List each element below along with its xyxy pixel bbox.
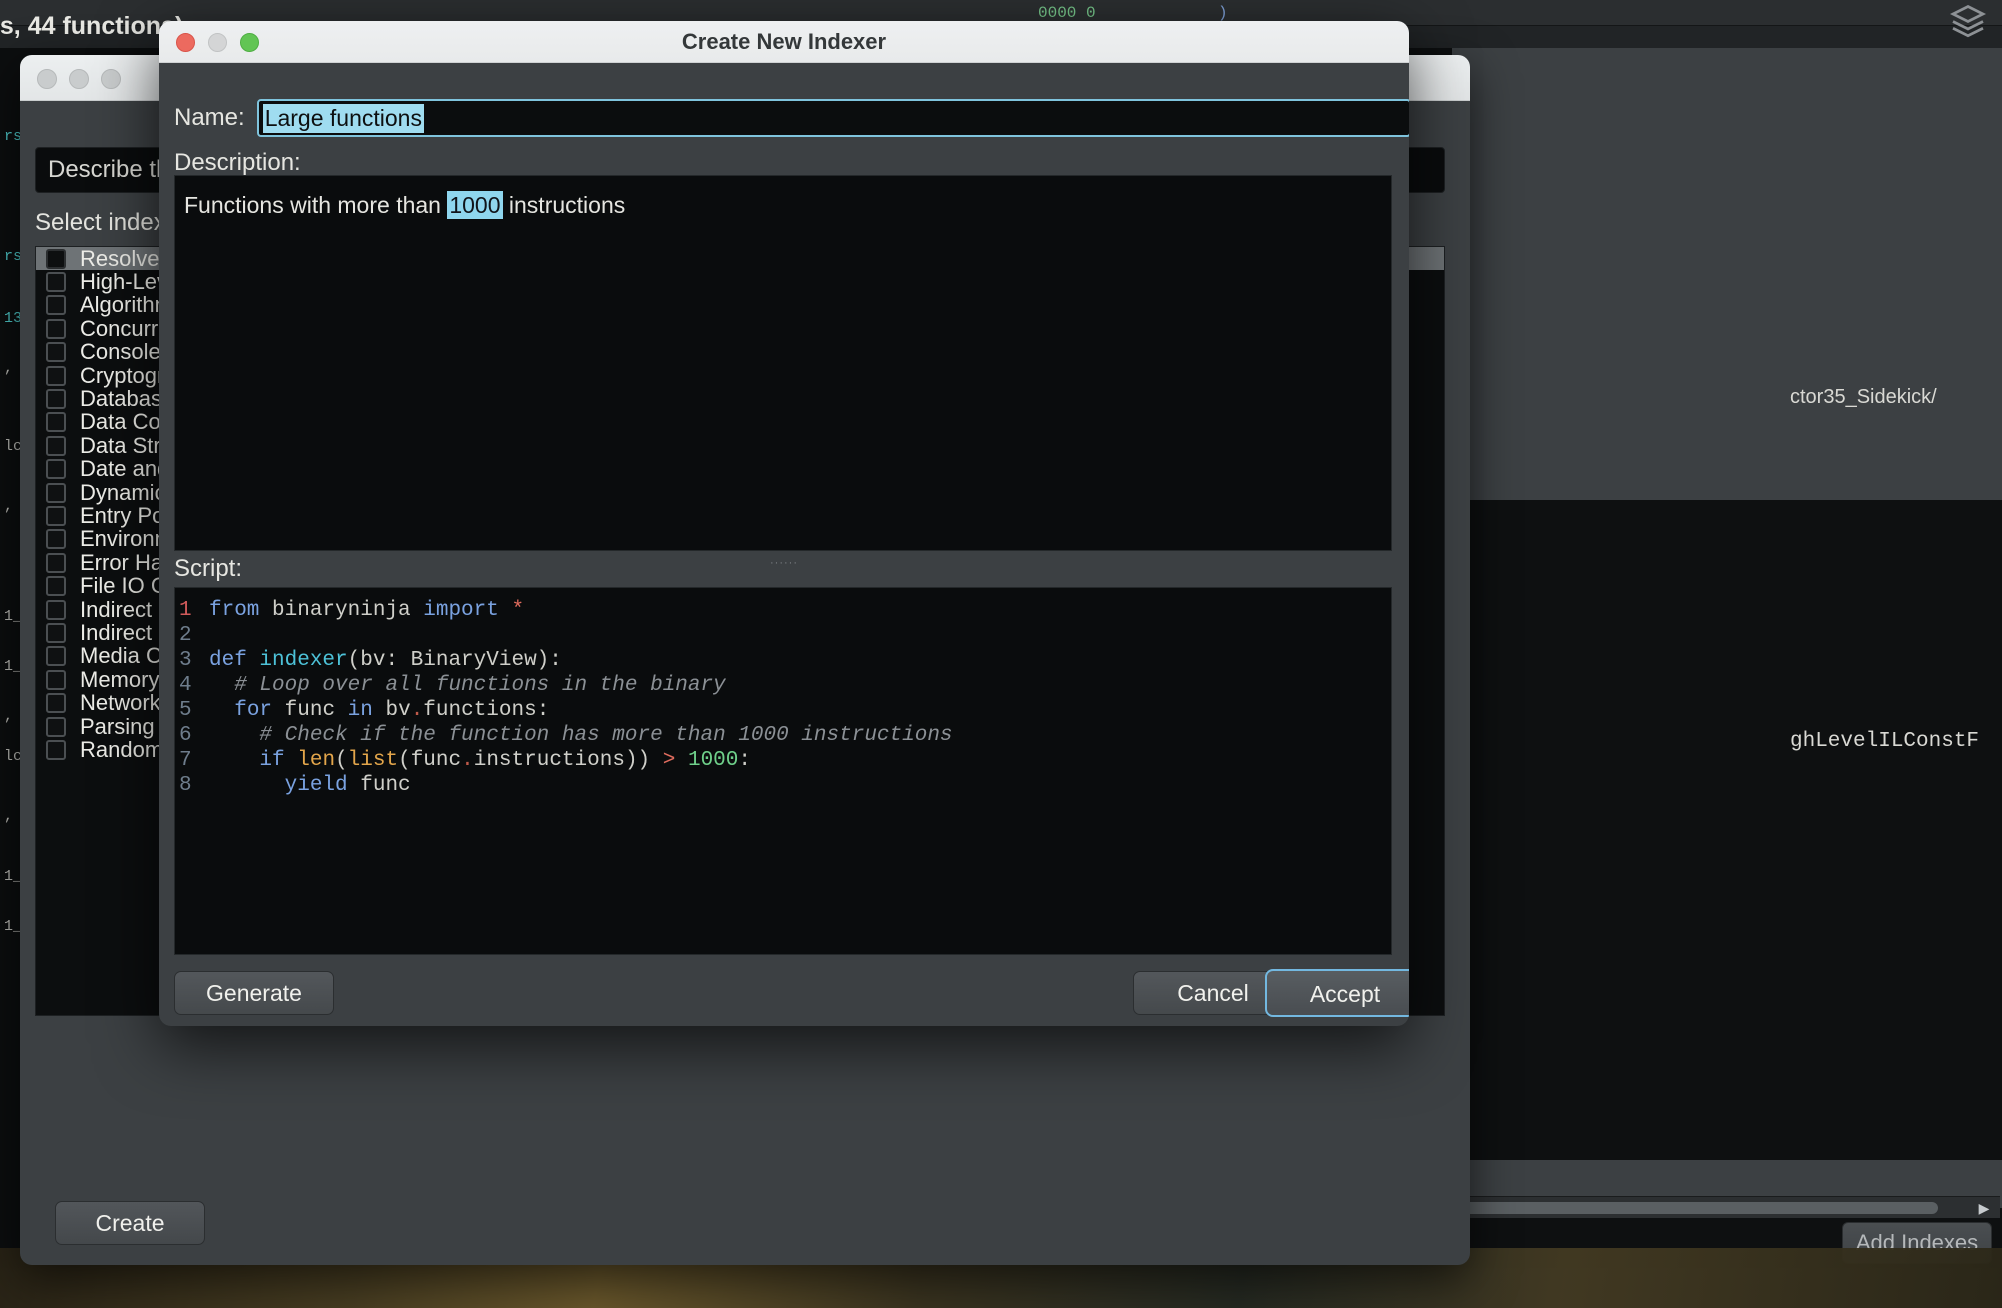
- checkbox-icon[interactable]: [46, 366, 66, 386]
- code-line: 3def indexer(bv: BinaryView):: [175, 648, 1391, 673]
- accept-button[interactable]: Accept: [1265, 969, 1409, 1017]
- scroll-right-arrow-icon[interactable]: ▶: [1974, 1198, 1994, 1218]
- dialog-body: Name: Large functions Description: Funct…: [159, 63, 1409, 1026]
- line-number: 6: [179, 723, 205, 748]
- line-number: 2: [179, 623, 205, 648]
- code-token: ,: [4, 498, 13, 515]
- checkbox-icon[interactable]: [46, 319, 66, 339]
- checkbox-icon[interactable]: [46, 459, 66, 479]
- name-row: Name: Large functions: [174, 99, 1409, 137]
- code-token: ,: [4, 808, 13, 825]
- bg-blue-text: ): [1218, 4, 1228, 22]
- line-number: 8: [179, 773, 205, 798]
- checkbox-icon[interactable]: [46, 693, 66, 713]
- code-line: 2: [175, 623, 1391, 648]
- dialog-titlebar[interactable]: Create New Indexer: [159, 21, 1409, 63]
- code-line-source: def indexer(bv: BinaryView):: [209, 648, 562, 673]
- checkbox-icon[interactable]: [46, 717, 66, 737]
- script-editor[interactable]: 1from binaryninja import *23def indexer(…: [174, 587, 1392, 955]
- line-number: 1: [179, 598, 205, 623]
- checkbox-icon[interactable]: [46, 553, 66, 573]
- code-token: ,: [4, 708, 13, 725]
- binary-path-text: ctor35_Sidekick/: [1790, 386, 1937, 409]
- code-line: 6 # Check if the function has more than …: [175, 723, 1391, 748]
- code-line: 4 # Loop over all functions in the binar…: [175, 673, 1391, 698]
- description-label: Description:: [174, 149, 301, 177]
- checkbox-icon[interactable]: [46, 646, 66, 666]
- line-number: 7: [179, 748, 205, 773]
- checkbox-icon[interactable]: [46, 436, 66, 456]
- checkbox-icon[interactable]: [46, 600, 66, 620]
- name-input-value: Large functions: [263, 104, 424, 133]
- close-dot-icon[interactable]: [37, 69, 57, 89]
- description-text: Functions with more than 1000 instructio…: [184, 192, 625, 219]
- line-number: 3: [179, 648, 205, 673]
- code-line: 5 for func in bv.functions:: [175, 698, 1391, 723]
- checkbox-icon[interactable]: [46, 342, 66, 362]
- checkbox-icon[interactable]: [46, 412, 66, 432]
- create-new-indexer-dialog[interactable]: Create New Indexer Name: Large functions…: [159, 21, 1409, 1026]
- description-suffix: instructions: [503, 192, 626, 218]
- list-item-label: Dynamic: [80, 482, 166, 504]
- line-number: 4: [179, 673, 205, 698]
- screen-root: 0000 0 ) rs rs 13 , lc , 1_- 1_- , lc , …: [0, 0, 2002, 1308]
- zoom-dot-icon[interactable]: [101, 69, 121, 89]
- pane-header-title: es, 44 functions): [0, 12, 183, 41]
- checkbox-icon[interactable]: [46, 506, 66, 526]
- create-button[interactable]: Create: [55, 1201, 205, 1245]
- code-line-source: # Check if the function has more than 10…: [209, 723, 953, 748]
- scrollbar-thumb[interactable]: [1458, 1202, 1938, 1214]
- code-line: 1from binaryninja import *: [175, 598, 1391, 623]
- right-side-code-pane[interactable]: [1452, 500, 2002, 1160]
- code-line: 7 if len(list(func.instructions)) > 1000…: [175, 748, 1391, 773]
- checkbox-icon[interactable]: [46, 740, 66, 760]
- checkbox-icon[interactable]: [46, 295, 66, 315]
- checkbox-icon[interactable]: [46, 670, 66, 690]
- checkbox-icon[interactable]: [46, 483, 66, 503]
- minimize-dot-icon[interactable]: [69, 69, 89, 89]
- description-textarea[interactable]: Functions with more than 1000 instructio…: [174, 175, 1392, 551]
- code-line: 8 yield func: [175, 773, 1391, 798]
- code-line-source: yield func: [209, 773, 411, 798]
- description-highlight: 1000: [447, 191, 502, 219]
- horizontal-scrollbar[interactable]: ▶: [1452, 1196, 2000, 1218]
- checkbox-icon[interactable]: [46, 272, 66, 292]
- code-lines: 1from binaryninja import *23def indexer(…: [175, 598, 1391, 798]
- bg-green-text: 0000 0: [1038, 4, 1096, 22]
- description-prefix: Functions with more than: [184, 192, 447, 218]
- list-item-label: Resolved: [80, 248, 172, 270]
- name-label: Name:: [174, 104, 245, 132]
- code-line-source: for func in bv.functions:: [209, 698, 549, 723]
- checkbox-icon[interactable]: [46, 249, 66, 269]
- code-line-source: # Loop over all functions in the binary: [209, 673, 726, 698]
- generate-button[interactable]: Generate: [174, 971, 334, 1015]
- code-line-source: if len(list(func.instructions)) > 1000:: [209, 748, 751, 773]
- script-label: Script:: [174, 555, 242, 583]
- list-item-label: Date and: [80, 458, 169, 480]
- dialog-title: Create New Indexer: [159, 21, 1409, 63]
- layers-icon[interactable]: [1948, 2, 1988, 38]
- checkbox-icon[interactable]: [46, 389, 66, 409]
- code-line-source: from binaryninja import *: [209, 598, 524, 623]
- checkbox-icon[interactable]: [46, 623, 66, 643]
- checkbox-icon[interactable]: [46, 529, 66, 549]
- code-token: ,: [4, 360, 13, 377]
- checkbox-icon[interactable]: [46, 576, 66, 596]
- name-input[interactable]: Large functions: [257, 99, 1409, 137]
- il-token-text: ghLevelILConstF: [1790, 730, 1979, 753]
- splitter-grip-icon[interactable]: ······: [159, 557, 1409, 569]
- line-number: 5: [179, 698, 205, 723]
